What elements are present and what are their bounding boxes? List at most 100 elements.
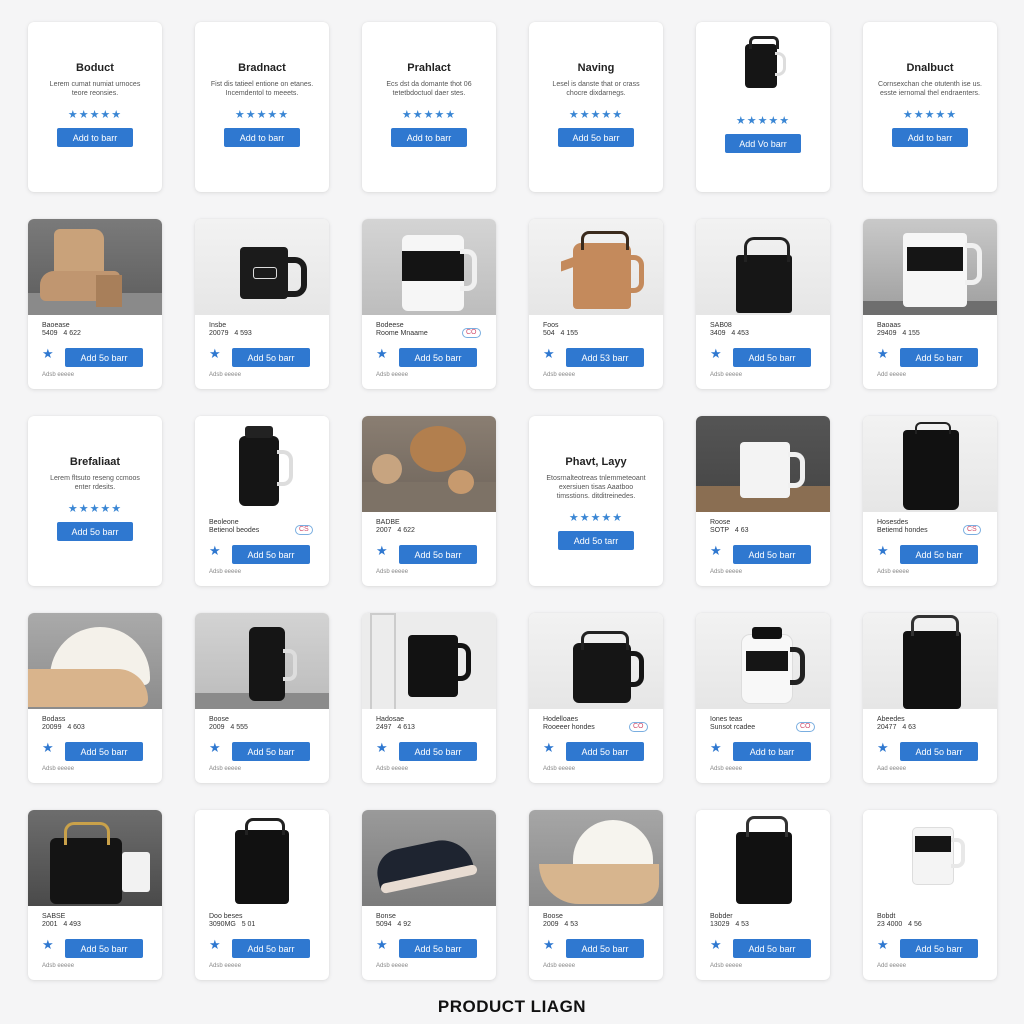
add-to-cart-button[interactable]: Add 5o barr bbox=[399, 545, 477, 564]
star-icon[interactable]: ★ bbox=[710, 543, 722, 559]
add-to-cart-button[interactable]: Add 5o barr bbox=[566, 742, 644, 761]
star-icon[interactable]: ★ bbox=[376, 346, 388, 362]
product-image[interactable] bbox=[863, 416, 997, 512]
star-icon[interactable]: ★ bbox=[543, 346, 555, 362]
product-image[interactable] bbox=[195, 416, 329, 512]
product-image[interactable] bbox=[362, 613, 496, 709]
add-to-cart-button[interactable]: Add 5o barr bbox=[57, 522, 133, 541]
add-to-cart-button[interactable]: Add 5o barr bbox=[900, 939, 978, 958]
star-icon[interactable]: ★ bbox=[877, 346, 889, 362]
product-image[interactable] bbox=[863, 613, 997, 709]
product-image[interactable] bbox=[195, 613, 329, 709]
add-to-cart-button[interactable]: Add to barr bbox=[892, 128, 968, 147]
add-to-cart-button[interactable]: Add 5o barr bbox=[900, 545, 978, 564]
add-to-cart-button[interactable]: Add to barr bbox=[733, 742, 811, 761]
add-to-cart-button[interactable]: Add 5o barr bbox=[900, 742, 978, 761]
add-to-cart-button[interactable]: Add 5o barr bbox=[65, 939, 143, 958]
star-icon[interactable]: ★ bbox=[209, 740, 221, 756]
star-icon[interactable]: ★ bbox=[376, 937, 388, 953]
add-to-cart-button[interactable]: Add 5o barr bbox=[65, 742, 143, 761]
star-icon[interactable]: ★ bbox=[209, 543, 221, 559]
price-value: 2009 bbox=[209, 724, 225, 731]
product-image[interactable] bbox=[696, 613, 830, 709]
add-to-wishlist-link[interactable]: Adsb eeeee bbox=[376, 766, 408, 772]
star-icon[interactable]: ★ bbox=[376, 740, 388, 756]
product-image[interactable] bbox=[529, 613, 663, 709]
add-to-cart-button[interactable]: Add 53 barr bbox=[566, 348, 644, 367]
add-to-cart-button[interactable]: Add 5o barr bbox=[232, 742, 310, 761]
star-icon[interactable]: ★ bbox=[877, 543, 889, 559]
add-to-cart-button[interactable]: Add 5o barr bbox=[232, 348, 310, 367]
add-to-wishlist-link[interactable]: Adsb eeeee bbox=[209, 569, 241, 575]
add-to-cart-button[interactable]: Add 5o tarr bbox=[558, 531, 634, 550]
add-to-wishlist-link[interactable]: Adsb eeeee bbox=[209, 372, 241, 378]
star-icon[interactable]: ★ bbox=[543, 740, 555, 756]
add-to-cart-button[interactable]: Add to barr bbox=[224, 128, 300, 147]
add-to-cart-button[interactable]: Add 5o barr bbox=[566, 939, 644, 958]
add-to-cart-button[interactable]: Add to barr bbox=[391, 128, 467, 147]
add-to-cart-button[interactable]: Add 5o barr bbox=[399, 742, 477, 761]
product-image[interactable] bbox=[529, 219, 663, 315]
product-image[interactable] bbox=[696, 219, 830, 315]
add-to-wishlist-link[interactable]: Add eeeee bbox=[877, 963, 906, 969]
add-to-wishlist-link[interactable]: Adsb eeeee bbox=[543, 963, 575, 969]
star-icon[interactable]: ★ bbox=[42, 937, 54, 953]
star-icon[interactable]: ★ bbox=[209, 937, 221, 953]
product-title: Prahlact bbox=[407, 62, 451, 74]
add-to-wishlist-link[interactable]: Adsb eeeee bbox=[710, 569, 742, 575]
add-to-cart-button[interactable]: Add to barr bbox=[57, 128, 133, 147]
product-image[interactable] bbox=[696, 416, 830, 512]
product-card: Boose 2009 4 53 ★ Add 5o barr Adsb eeeee bbox=[529, 810, 663, 980]
add-to-cart-button[interactable]: Add 5o barr bbox=[733, 348, 811, 367]
add-to-cart-button[interactable]: Add Vo barr bbox=[725, 134, 801, 153]
add-to-wishlist-link[interactable]: Adsb eeeee bbox=[209, 766, 241, 772]
product-image[interactable] bbox=[362, 810, 496, 906]
add-to-wishlist-link[interactable]: Adsb eeeee bbox=[42, 963, 74, 969]
product-image[interactable] bbox=[195, 219, 329, 315]
add-to-wishlist-link[interactable]: Aad eeeee bbox=[877, 766, 906, 772]
product-image[interactable] bbox=[696, 810, 830, 906]
add-to-cart-button[interactable]: Add 5o barr bbox=[733, 545, 811, 564]
add-to-cart-button[interactable]: Add 5o barr bbox=[399, 348, 477, 367]
add-to-cart-button[interactable]: Add 5o barr bbox=[900, 348, 978, 367]
product-image[interactable] bbox=[195, 810, 329, 906]
add-to-wishlist-link[interactable]: Adsb eeeee bbox=[42, 766, 74, 772]
add-to-cart-button[interactable]: Add 5o barr bbox=[65, 348, 143, 367]
add-to-wishlist-link[interactable]: Adsb eeeee bbox=[376, 372, 408, 378]
product-image[interactable] bbox=[28, 613, 162, 709]
product-image[interactable] bbox=[28, 810, 162, 906]
star-icon[interactable]: ★ bbox=[209, 346, 221, 362]
add-to-wishlist-link[interactable]: Adsb eeeee bbox=[209, 963, 241, 969]
product-image[interactable] bbox=[863, 810, 997, 906]
add-to-wishlist-link[interactable]: Adsb eeeee bbox=[543, 766, 575, 772]
add-to-wishlist-link[interactable]: Add eeeee bbox=[877, 372, 906, 378]
add-to-wishlist-link[interactable]: Adsb eeeee bbox=[42, 372, 74, 378]
add-to-cart-button[interactable]: Add 5o barr bbox=[558, 128, 634, 147]
product-image[interactable] bbox=[529, 810, 663, 906]
product-image[interactable] bbox=[362, 219, 496, 315]
add-to-wishlist-link[interactable]: Adsb eeeee bbox=[710, 963, 742, 969]
star-icon[interactable]: ★ bbox=[543, 937, 555, 953]
star-icon[interactable]: ★ bbox=[710, 346, 722, 362]
star-icon[interactable]: ★ bbox=[710, 937, 722, 953]
add-to-wishlist-link[interactable]: Adsb eeeee bbox=[376, 569, 408, 575]
product-image[interactable] bbox=[28, 219, 162, 315]
star-icon[interactable]: ★ bbox=[376, 543, 388, 559]
star-icon[interactable]: ★ bbox=[877, 937, 889, 953]
star-icon[interactable]: ★ bbox=[877, 740, 889, 756]
add-to-cart-button[interactable]: Add 5o barr bbox=[399, 939, 477, 958]
add-to-wishlist-link[interactable]: Adsb eeeee bbox=[376, 963, 408, 969]
star-icon[interactable]: ★ bbox=[42, 740, 54, 756]
add-to-wishlist-link[interactable]: Adsb eeeee bbox=[710, 766, 742, 772]
price-value: 3409 bbox=[710, 330, 726, 337]
add-to-wishlist-link[interactable]: Adsb eeeee bbox=[543, 372, 575, 378]
star-icon[interactable]: ★ bbox=[42, 346, 54, 362]
add-to-cart-button[interactable]: Add 5o barr bbox=[232, 939, 310, 958]
star-icon[interactable]: ★ bbox=[710, 740, 722, 756]
add-to-cart-button[interactable]: Add 5o barr bbox=[232, 545, 310, 564]
add-to-wishlist-link[interactable]: Adsb eeeee bbox=[877, 569, 909, 575]
add-to-cart-button[interactable]: Add 5o barr bbox=[733, 939, 811, 958]
add-to-wishlist-link[interactable]: Adsb eeeee bbox=[710, 372, 742, 378]
product-image[interactable] bbox=[863, 219, 997, 315]
product-image[interactable] bbox=[362, 416, 496, 512]
